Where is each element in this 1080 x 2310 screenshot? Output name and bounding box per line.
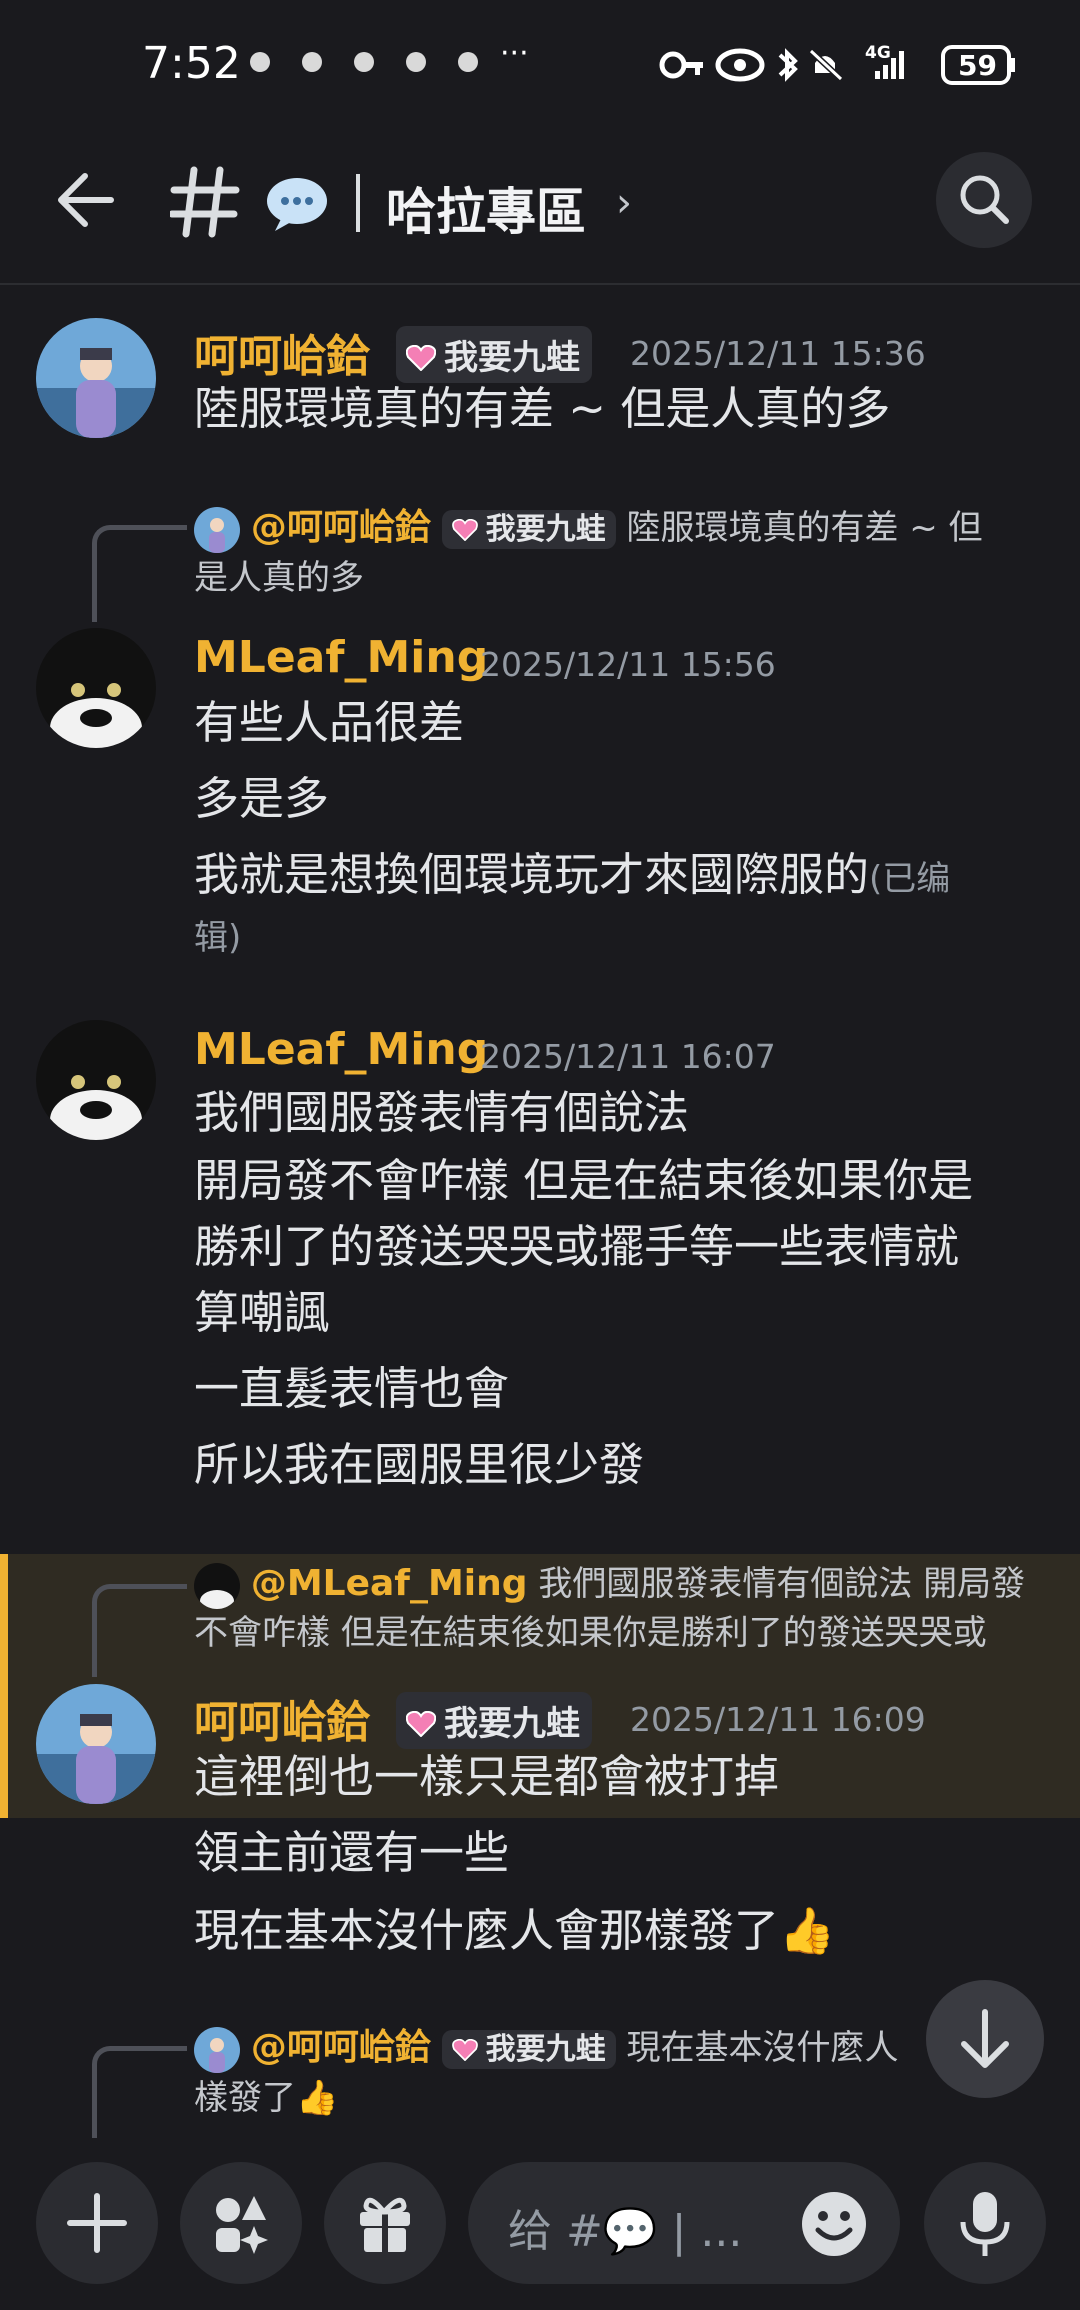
- heart-icon: [451, 2039, 478, 2061]
- reply-preview[interactable]: @MLeaf_Ming 我們國服發表情有個說法 開局發 不會咋樣 但是在結束後如…: [194, 1560, 1054, 1657]
- title-divider: [356, 174, 360, 232]
- avatar[interactable]: [36, 318, 156, 438]
- reply-avatar: [194, 506, 240, 553]
- message-text: 多是多: [194, 772, 330, 825]
- message-timestamp: 2025/12/11 16:09: [630, 1700, 926, 1739]
- gift-icon: [360, 2197, 410, 2252]
- add-attachment-button[interactable]: [36, 2162, 158, 2284]
- role-badge: 我要九蛙: [396, 326, 592, 383]
- key-icon: [659, 51, 703, 79]
- reply-author[interactable]: @呵呵峆鉿: [251, 2027, 431, 2068]
- message-text: 所以我在國服里很少發: [194, 1438, 645, 1491]
- eye-icon: [715, 48, 765, 82]
- apps-icon: [216, 2196, 268, 2254]
- chevron-right-icon[interactable]: ›: [616, 180, 632, 226]
- message-text: 這裡倒也一樣只是都會被打掉: [194, 1750, 780, 1803]
- scroll-to-bottom-button[interactable]: [926, 1980, 1044, 2098]
- more-notifications: ···: [500, 36, 529, 71]
- reply-text-cont: 是人真的多: [194, 558, 364, 598]
- reply-text-cont: 樣發了👍: [194, 2078, 339, 2118]
- apps-button[interactable]: [180, 2162, 302, 2284]
- reply-connector: [92, 1584, 187, 1677]
- reply-text: 現在基本沒什麼人: [626, 2028, 899, 2068]
- message-timestamp: 2025/12/11 15:36: [630, 334, 926, 373]
- voice-message-button[interactable]: [924, 2162, 1046, 2284]
- reply-preview[interactable]: @呵呵峆鉿 我要九蛙 現在基本沒什麼人 樣發了👍: [194, 2024, 914, 2122]
- message-text: 我們國服發表情有個說法: [194, 1086, 690, 1139]
- reply-text-cont: 不會咋樣 但是在結束後如果你是勝利了的發送哭哭或: [194, 1612, 987, 1653]
- message-timestamp: 2025/12/11 16:07: [480, 1037, 776, 1076]
- role-badge-label: 我要九蛙: [485, 512, 606, 547]
- avatar[interactable]: [36, 628, 156, 748]
- message-input-placeholder: 给 #💬 | ...: [508, 2206, 743, 2257]
- message-text: 一直髮表情也會: [194, 1362, 510, 1415]
- search-icon: [960, 175, 1009, 224]
- role-badge: 我要九蛙: [396, 1692, 592, 1749]
- notification-icon: [458, 52, 478, 72]
- role-badge-label: 我要九蛙: [485, 2032, 606, 2067]
- notification-icon: [250, 52, 270, 72]
- message-text: 領主前還有一些: [194, 1826, 510, 1879]
- reply-connector: [92, 525, 187, 622]
- reply-preview[interactable]: @呵呵峆鉿 我要九蛙 陸服環境真的有差 ~ 但 是人真的多: [194, 504, 1014, 602]
- back-arrow-icon[interactable]: [55, 170, 115, 230]
- message-text: 勝利了的發送哭哭或擺手等一些表情就: [194, 1220, 960, 1273]
- battery-level: 59: [958, 49, 997, 82]
- reply-text: 我們國服發表情有個說法 開局發: [538, 1564, 1026, 1604]
- heart-icon: [406, 345, 436, 371]
- message-author[interactable]: MLeaf_Ming: [194, 1024, 488, 1075]
- channel-title[interactable]: 哈拉專區: [386, 172, 586, 244]
- scroll-down-icon: [961, 2009, 1009, 2068]
- notification-icon: [302, 52, 322, 72]
- message-text: 開局發不會咋樣 但是在結束後如果你是: [194, 1154, 974, 1207]
- message-text: 我就是想換個環境玩才來國際服的(已编: [194, 848, 951, 901]
- message-author[interactable]: 呵呵峆鉿: [194, 320, 370, 384]
- notification-icon: [406, 52, 426, 72]
- message-text: 陸服環境真的有差 ~ 但是人真的多: [194, 382, 891, 435]
- notification-icon: [354, 52, 374, 72]
- reply-avatar: [194, 2026, 240, 2073]
- reply-author[interactable]: @呵呵峆鉿: [251, 507, 431, 548]
- status-time: 7:52: [142, 38, 241, 89]
- emoji-icon[interactable]: [800, 2190, 868, 2258]
- reply-text: 陸服環境真的有差 ~ 但: [626, 508, 983, 548]
- speech-bubble-icon: [267, 178, 327, 231]
- gift-button[interactable]: [324, 2162, 446, 2284]
- network-type: 4G: [865, 43, 891, 63]
- reply-avatar: [194, 1562, 240, 1609]
- message-text: 算嘲諷: [194, 1286, 330, 1339]
- message-timestamp: 2025/12/11 15:56: [480, 645, 776, 684]
- role-badge-label: 我要九蛙: [444, 338, 580, 378]
- hash-icon: [170, 166, 240, 238]
- role-badge: 我要九蛙: [441, 2030, 616, 2069]
- heart-icon: [406, 1711, 436, 1737]
- message-text: 有些人品很差: [194, 696, 465, 749]
- reply-author[interactable]: @MLeaf_Ming: [251, 1563, 528, 1604]
- message-author[interactable]: 呵呵峆鉿: [194, 1686, 370, 1750]
- role-badge-label: 我要九蛙: [444, 1704, 580, 1744]
- mic-icon: [960, 2192, 1010, 2256]
- role-badge: 我要九蛙: [441, 510, 616, 549]
- message-author[interactable]: MLeaf_Ming: [194, 632, 488, 683]
- edited-label-cont: 辑): [194, 918, 242, 958]
- reply-connector: [92, 2046, 187, 2143]
- avatar[interactable]: [36, 1020, 156, 1140]
- heart-icon: [451, 519, 478, 541]
- mute-bell-icon: [808, 48, 844, 82]
- edited-label: (已编: [869, 859, 951, 899]
- avatar[interactable]: [36, 1684, 156, 1804]
- search-button[interactable]: [936, 152, 1032, 248]
- plus-icon: [67, 2193, 127, 2253]
- message-text: 現在基本沒什麼人會那樣發了👍: [194, 1904, 836, 1957]
- bluetooth-icon: [778, 48, 798, 82]
